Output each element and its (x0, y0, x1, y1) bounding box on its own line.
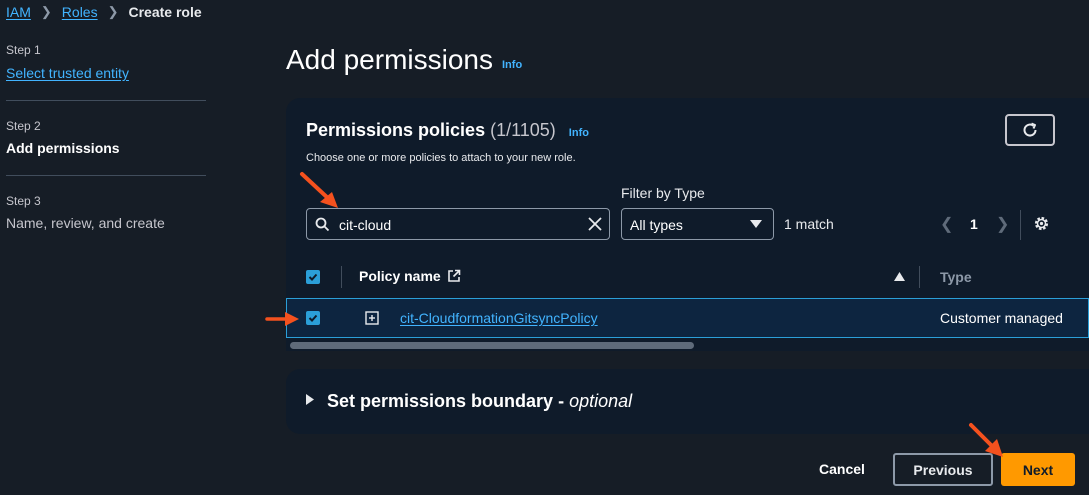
horizontal-scrollbar[interactable] (290, 342, 694, 349)
match-count: 1 match (784, 216, 834, 232)
step-divider (6, 175, 206, 176)
policy-name-header-label: Policy name (359, 268, 441, 284)
prev-page-icon[interactable]: ❮ (940, 214, 953, 234)
column-divider (919, 266, 920, 288)
sort-ascending-icon[interactable] (894, 272, 905, 281)
policy-type-cell: Customer managed (940, 310, 1063, 326)
boundary-optional-text: optional (569, 391, 633, 411)
search-icon (315, 217, 330, 232)
checkmark-icon (308, 314, 318, 322)
caret-down-icon (750, 220, 762, 228)
step-divider (6, 100, 206, 101)
type-header[interactable]: Type (940, 269, 972, 285)
step-1-link[interactable]: Select trusted entity (6, 65, 129, 81)
boundary-separator: - (553, 391, 570, 411)
filter-type-select[interactable]: All types (621, 208, 774, 240)
step-2-title: Add permissions (6, 140, 120, 156)
policies-header: Permissions policies (1/1105) Info (306, 120, 589, 141)
refresh-icon (1023, 122, 1037, 137)
external-link-icon (447, 269, 461, 282)
next-page-icon[interactable]: ❯ (996, 214, 1009, 234)
select-all-checkbox[interactable] (306, 270, 320, 284)
breadcrumb: IAM ❯ Roles ❯ Create role (6, 3, 202, 21)
policies-description: Choose one or more policies to attach to… (306, 152, 576, 164)
policy-name-link[interactable]: cit-CloudformationGitsyncPolicy (400, 310, 598, 326)
next-button[interactable]: Next (1001, 453, 1075, 486)
policies-count: (1/1105) (490, 120, 556, 140)
filter-type-value: All types (630, 217, 683, 233)
page-number[interactable]: 1 (970, 216, 978, 232)
breadcrumb-roles[interactable]: Roles (62, 4, 98, 20)
step-2-label: Step 2 (6, 119, 41, 133)
annotation-arrow-icon (969, 423, 1003, 457)
filter-type-label: Filter by Type (621, 185, 705, 201)
step-3-title: Name, review, and create (6, 215, 165, 231)
step-3-label: Step 3 (6, 194, 41, 208)
boundary-title-text: Set permissions boundary (327, 391, 554, 411)
annotation-arrow-icon (300, 172, 338, 208)
annotation-arrow-icon (265, 312, 299, 326)
breadcrumb-current: Create role (128, 4, 202, 20)
row-checkbox[interactable] (306, 311, 320, 325)
chevron-right-icon: ❯ (40, 4, 52, 19)
permissions-boundary-title[interactable]: Set permissions boundary - optional (327, 391, 632, 412)
expand-row-icon[interactable] (365, 311, 379, 325)
refresh-button[interactable] (1005, 114, 1055, 146)
column-divider (341, 266, 342, 288)
clear-search-icon[interactable] (587, 216, 603, 232)
policies-info-link[interactable]: Info (569, 127, 589, 139)
checkmark-icon (308, 273, 318, 281)
step-1-label: Step 1 (6, 43, 41, 57)
pager-divider (1020, 210, 1021, 240)
page-info-link[interactable]: Info (502, 59, 522, 71)
gear-icon[interactable] (1033, 215, 1050, 232)
cancel-button[interactable]: Cancel (819, 461, 865, 477)
policy-name-header[interactable]: Policy name (359, 268, 461, 284)
policies-title: Permissions policies (306, 120, 486, 140)
page-title: Add permissions (286, 44, 493, 75)
chevron-right-icon: ❯ (107, 4, 119, 19)
search-value: cit-cloud (339, 217, 392, 233)
policy-search-input[interactable]: cit-cloud (306, 208, 610, 240)
breadcrumb-iam[interactable]: IAM (6, 4, 31, 20)
caret-right-icon[interactable] (306, 394, 314, 405)
